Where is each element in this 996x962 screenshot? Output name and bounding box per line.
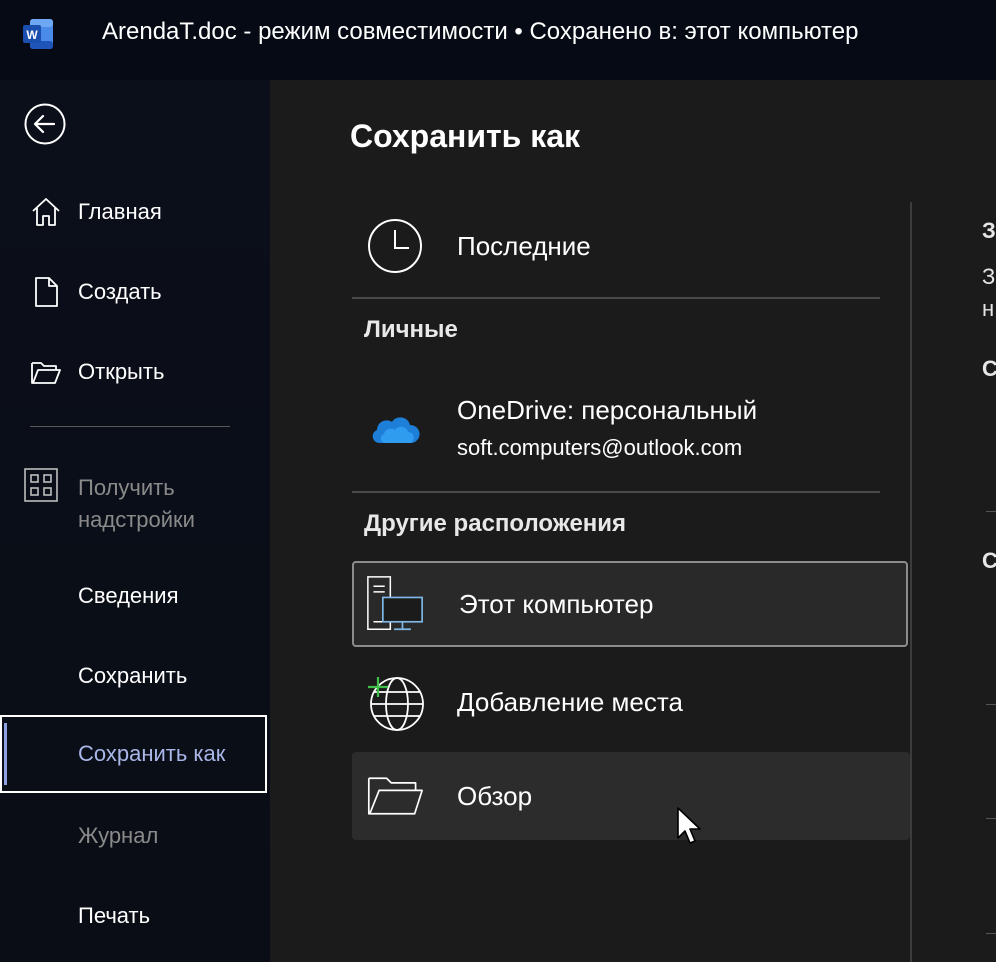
computer-icon <box>367 576 423 631</box>
sidebar-item-save-as[interactable]: Сохранить как <box>0 715 267 793</box>
sidebar-item-open[interactable]: Открыть <box>0 342 270 402</box>
location-label: Последние <box>457 230 591 261</box>
column-separator <box>910 202 912 962</box>
right-panel-divider <box>986 818 996 819</box>
location-add-place[interactable]: Добавление места <box>352 656 908 748</box>
home-icon <box>30 196 62 228</box>
right-panel-clipped-heading: С <box>982 356 996 381</box>
sidebar-item-label: Журнал <box>78 823 159 848</box>
sidebar-item-print[interactable]: Печать <box>0 886 270 946</box>
globe-add-icon <box>368 677 424 731</box>
right-panel-clipped-text: н <box>982 296 995 321</box>
section-header-other: Другие расположения <box>364 510 627 537</box>
right-panel-clipped-heading: С <box>982 548 996 573</box>
location-label: Обзор <box>457 780 533 811</box>
sidebar-item-home[interactable]: Главная <box>0 182 270 242</box>
word-icon: W <box>23 19 53 49</box>
right-panel-divider <box>986 933 996 934</box>
sidebar-item-label: Сведения <box>78 583 179 608</box>
sidebar-item-label: Главная <box>78 199 162 224</box>
backstage-sidebar: Главная Создать Открыть Получить надстро… <box>0 80 270 962</box>
sidebar-divider <box>30 426 230 427</box>
sidebar-item-label: Печать <box>78 903 151 928</box>
addins-grid-icon <box>24 468 58 502</box>
location-label: OneDrive: персональный <box>457 395 758 425</box>
onedrive-account: soft.computers@outlook.com <box>457 435 743 460</box>
sidebar-item-label: Создать <box>78 279 162 304</box>
right-panel-divider <box>986 704 996 705</box>
sidebar-item-label: Открыть <box>78 359 165 384</box>
location-this-pc[interactable]: Этот компьютер <box>352 561 908 647</box>
sidebar-item-history[interactable]: Журнал <box>0 806 270 866</box>
sidebar-item-addins[interactable]: Получить надстройки <box>0 468 270 538</box>
location-recent[interactable]: Последние <box>352 202 908 290</box>
location-onedrive[interactable]: OneDrive: персональный soft.computers@ou… <box>352 385 908 477</box>
clock-icon <box>368 219 422 273</box>
location-label: Этот компьютер <box>459 588 654 619</box>
location-label: Добавление места <box>457 686 683 717</box>
sidebar-item-info[interactable]: Сведения <box>0 566 270 626</box>
right-panel-clipped-text: З <box>982 264 996 289</box>
title-bar: W ArendaT.doc - режим совместимости • Со… <box>0 0 996 80</box>
right-panel-clipped-heading: З <box>982 218 996 243</box>
right-panel-divider <box>986 511 996 512</box>
open-folder-icon <box>30 356 62 388</box>
svg-text:W: W <box>26 28 38 42</box>
back-arrow-icon[interactable] <box>24 103 66 145</box>
divider <box>352 491 880 493</box>
sidebar-item-new[interactable]: Создать <box>0 262 270 322</box>
sidebar-item-label: Сохранить <box>78 663 188 688</box>
divider <box>352 297 880 299</box>
location-browse[interactable]: Обзор <box>352 752 910 840</box>
new-document-icon <box>30 276 62 308</box>
window-title: ArendaT.doc - режим совместимости • Сохр… <box>102 18 859 45</box>
page-title: Сохранить как <box>350 118 581 154</box>
onedrive-cloud-icon <box>372 417 420 443</box>
sidebar-item-save[interactable]: Сохранить <box>0 646 270 706</box>
sidebar-item-label: Получить надстройки <box>78 475 195 532</box>
folder-icon <box>367 777 423 815</box>
section-header-personal: Личные <box>364 316 458 343</box>
sidebar-item-label: Сохранить как <box>78 741 226 766</box>
mouse-cursor-icon <box>677 807 701 844</box>
